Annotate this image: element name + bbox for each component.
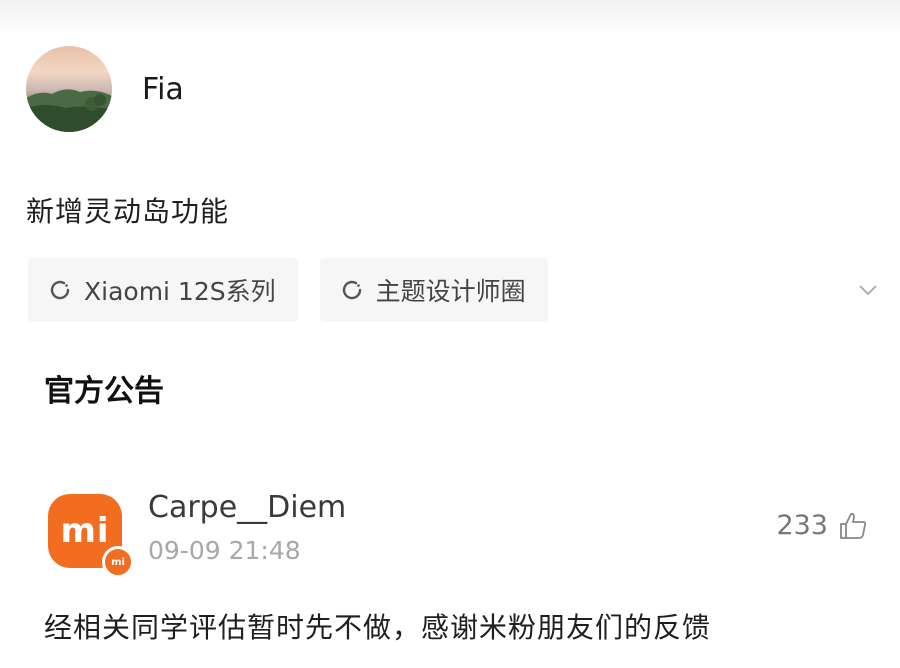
commenter-username[interactable]: Carpe__Diem — [148, 490, 346, 525]
like-count: 233 — [776, 510, 828, 541]
topic-label: Xiaomi 12S系列 — [84, 277, 276, 306]
author-name[interactable]: Fia — [142, 72, 184, 107]
comment-header: mi mi Carpe__Diem 09-09 21:48 233 — [48, 490, 868, 580]
topic-circle-icon — [50, 280, 70, 300]
topic-circle-icon — [342, 280, 361, 300]
chevron-down-icon[interactable] — [856, 280, 880, 300]
author-avatar[interactable] — [26, 46, 112, 132]
like-button[interactable]: 233 — [776, 510, 868, 541]
thumbs-up-icon — [840, 512, 867, 539]
top-shadow — [0, 0, 900, 36]
topic-label: 主题设计师圈 — [375, 277, 526, 306]
post-text: 新增灵动岛功能 — [26, 195, 230, 228]
official-badge-icon: mi — [102, 546, 134, 578]
comment-text: 经相关同学评估暂时先不做，感谢米粉朋友们的反馈 — [44, 611, 712, 644]
topic-chip-theme-designer[interactable]: 主题设计师圈 — [319, 258, 548, 322]
landscape-avatar-image — [26, 89, 112, 132]
section-title: 官方公告 — [44, 374, 164, 409]
topic-chip-xiaomi-12s[interactable]: Xiaomi 12S系列 — [28, 258, 298, 322]
comment-timestamp: 09-09 21:48 — [148, 536, 301, 565]
post-author-row[interactable]: Fia — [26, 46, 184, 132]
page: Fia 新增灵动岛功能 Xiaomi 12S系列 主题设计师圈 官方公告 mi … — [0, 0, 900, 668]
topic-list: Xiaomi 12S系列 主题设计师圈 — [28, 258, 548, 322]
